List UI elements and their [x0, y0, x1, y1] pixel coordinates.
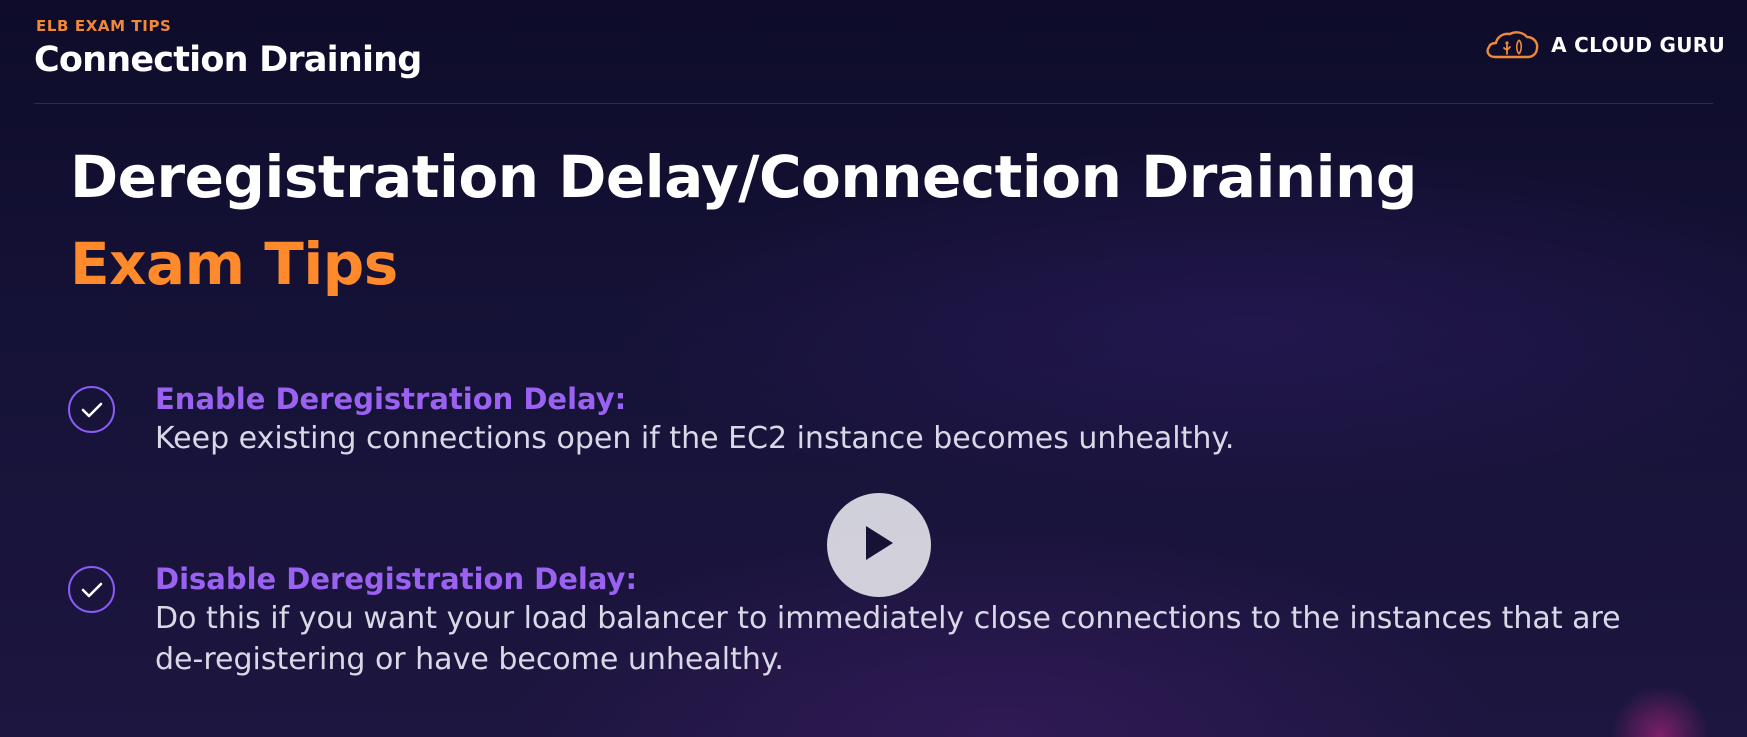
header-title: Connection Draining	[34, 40, 422, 80]
play-button[interactable]	[827, 493, 931, 597]
slide-subtitle: Exam Tips	[70, 230, 398, 298]
check-circle-icon	[68, 386, 115, 433]
brand-name: A CLOUD GURU	[1551, 33, 1725, 57]
check-circle-icon	[68, 566, 115, 613]
tip-item-enable: Enable Deregistration Delay: Keep existi…	[68, 380, 1635, 459]
tip-heading: Enable Deregistration Delay:	[155, 382, 627, 416]
tip-text: Keep existing connections open if the EC…	[155, 421, 1235, 456]
brand-logo: A CLOUD GURU	[1485, 30, 1725, 60]
tip-text: Do this if you want your load balancer t…	[155, 601, 1621, 677]
cloud-guru-logo-icon	[1485, 30, 1539, 60]
tip-body: Enable Deregistration Delay: Keep existi…	[155, 380, 1635, 459]
header-divider	[34, 103, 1713, 104]
play-icon	[862, 523, 896, 567]
header-eyebrow: ELB EXAM TIPS	[36, 17, 172, 35]
slide-title: Deregistration Delay/Connection Draining	[70, 143, 1417, 211]
